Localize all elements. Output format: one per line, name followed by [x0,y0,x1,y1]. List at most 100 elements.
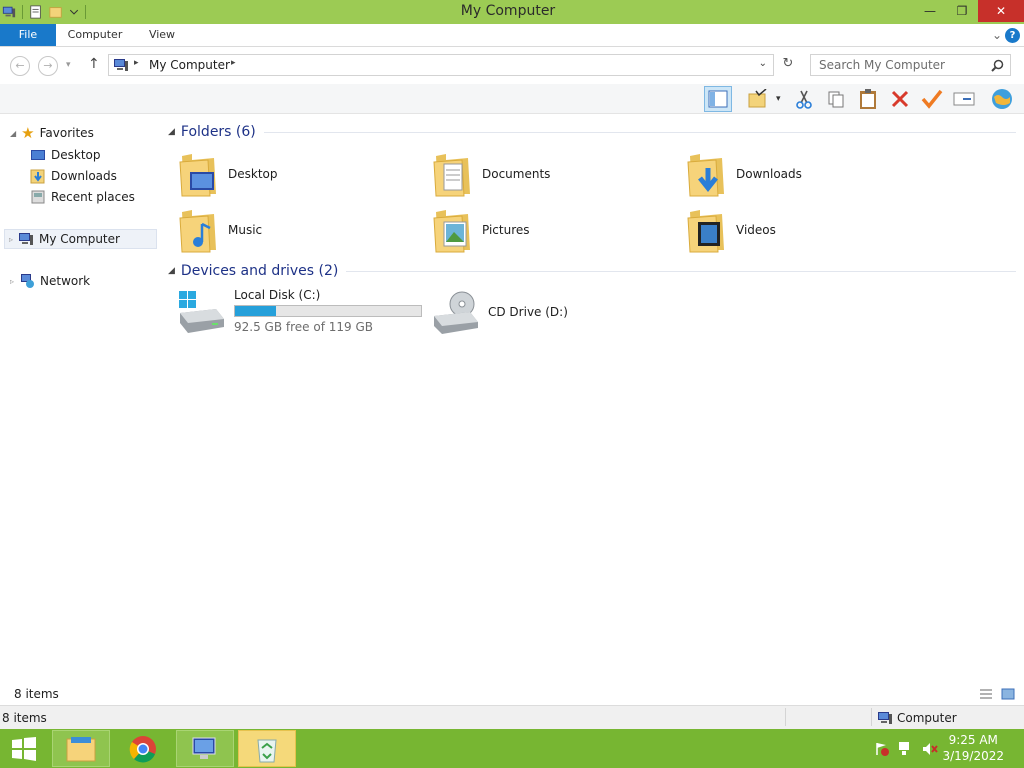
pictures-folder-icon [432,206,472,254]
action-center-icon[interactable] [874,741,890,757]
sidebar-item-downloads[interactable]: Downloads [30,166,117,186]
status-location: Computer [897,711,957,725]
drive-free-space: 92.5 GB free of 119 GB [234,320,373,334]
taskbar-recycle-bin[interactable] [238,730,296,767]
ribbon-tabs: File Computer View ⌄ ? [0,24,1024,47]
paste-icon[interactable] [854,86,882,112]
hard-drive-icon [179,291,224,333]
globe-icon[interactable] [988,86,1016,112]
music-folder-icon [178,206,218,254]
copy-icon[interactable] [822,86,850,112]
sidebar-item-label: Network [40,274,91,288]
folder-desktop[interactable]: Desktop [178,148,278,200]
collapse-group-icon[interactable]: ◢ [168,127,175,137]
folder-videos[interactable]: Videos [686,204,776,256]
cd-drive-icon [434,291,478,334]
navigation-bar: ← → ▾ ↑ ▸ My Computer ▸ ⌄ ↻ Search My Co… [0,48,1024,84]
devices-section-header[interactable]: ◢ Devices and drives (2) [168,263,1016,279]
taskbar-file-explorer[interactable] [52,730,110,767]
control-panel-icon [192,737,216,759]
back-button[interactable]: ← [10,56,30,76]
address-dropdown-icon[interactable]: ⌄ [759,58,767,69]
drive-cd-d[interactable]: CD Drive (D:) [430,290,568,334]
title-bar: My Computer — ❐ ✕ [0,0,1024,24]
chevron-down-icon[interactable]: ▾ [776,94,781,104]
content-area: ◢ Folders (6) Desktop Documents Download… [160,114,1024,684]
tab-view[interactable]: View [140,24,184,46]
expand-arrow-icon[interactable]: ◢ [10,129,16,138]
section-title: Folders (6) [180,124,256,140]
command-toolbar: ▾ [0,84,1024,114]
collapse-group-icon[interactable]: ◢ [168,266,175,276]
sidebar-item-my-computer[interactable]: ▹ My Computer [4,229,157,249]
rename-icon[interactable] [950,86,978,112]
folder-label: Documents [482,167,551,181]
folder-downloads[interactable]: Downloads [686,148,802,200]
tab-file[interactable]: File [0,24,56,46]
drive-name: Local Disk (C:) [234,288,321,302]
refresh-icon[interactable]: ↻ [778,56,798,76]
item-count: 8 items [2,711,47,725]
sidebar-favorites[interactable]: ◢ ★ Favorites [10,123,94,143]
drive-info: Local Disk (C:) 92.5 GB free of 119 GB [234,288,422,334]
select-folder-icon[interactable] [744,86,772,112]
check-icon[interactable] [918,86,946,112]
network-icon [21,274,35,288]
forward-button[interactable]: → [38,56,58,76]
clock-time: 9:25 AM [948,733,998,747]
section-divider [346,270,1016,272]
folder-music[interactable]: Music [178,204,262,256]
help-icon[interactable]: ? [1005,28,1020,43]
cut-icon[interactable] [790,86,818,112]
breadcrumb-separator-icon[interactable]: ▸ [134,58,139,68]
breadcrumb-chevron-icon[interactable]: ▸ [231,58,236,68]
volume-muted-icon[interactable] [922,741,938,757]
sidebar-item-desktop[interactable]: Desktop [30,145,101,165]
sidebar-item-recent-places[interactable]: Recent places [30,187,135,207]
sidebar-item-label: Desktop [51,148,101,162]
collapse-arrow-icon[interactable]: ▹ [9,235,13,244]
up-arrow-icon[interactable]: ↑ [88,56,100,72]
status-divider [785,708,786,726]
breadcrumb-my-computer[interactable]: My Computer [149,58,230,72]
close-button[interactable]: ✕ [978,0,1024,22]
sidebar-item-label: My Computer [39,232,120,246]
window-title: My Computer [460,3,556,19]
network-status-icon[interactable] [898,741,914,757]
sidebar-item-label: Favorites [39,126,94,140]
disk-usage-bar [234,305,422,317]
delete-icon[interactable] [886,86,914,112]
large-icons-view-icon[interactable] [1001,687,1015,701]
preview-pane-icon[interactable] [704,86,732,112]
minimize-button[interactable]: — [914,0,946,22]
taskbar-control-panel[interactable] [176,730,234,767]
sidebar-item-network[interactable]: ▹ Network [10,271,90,291]
sidebar-item-label: Downloads [51,169,117,183]
restore-button[interactable]: ❐ [946,0,978,22]
item-count: 8 items [14,687,59,701]
system-clock[interactable]: 9:25 AM 3/19/2022 [942,732,1004,764]
details-view-icon[interactable] [979,687,993,701]
file-explorer-icon [66,736,96,761]
expand-ribbon-icon[interactable]: ⌄ [992,24,1002,46]
search-box[interactable]: Search My Computer [810,54,1011,76]
navigation-pane: ◢ ★ Favorites Desktop Downloads Recent p… [0,114,160,684]
folder-label: Pictures [482,223,530,237]
search-icon[interactable] [991,59,1004,72]
desktop-folder-icon [178,150,218,198]
drive-local-disk-c[interactable]: Local Disk (C:) 92.5 GB free of 119 GB [176,288,422,334]
folders-section-header[interactable]: ◢ Folders (6) [168,124,1016,140]
folder-pictures[interactable]: Pictures [432,204,530,256]
recent-locations-icon[interactable]: ▾ [66,60,71,70]
tab-computer[interactable]: Computer [60,24,130,46]
status-divider [871,708,872,726]
folder-documents[interactable]: Documents [432,148,550,200]
status-bar: 8 items [0,684,1024,704]
start-button[interactable] [0,730,48,767]
taskbar: 9:25 AM 3/19/2022 [0,729,1024,768]
collapse-arrow-icon[interactable]: ▹ [10,277,14,286]
address-bar[interactable]: ▸ My Computer ▸ ⌄ [108,54,774,76]
search-input[interactable]: Search My Computer [819,58,945,72]
taskbar-chrome[interactable] [114,730,172,767]
recycle-bin-icon [257,739,277,762]
